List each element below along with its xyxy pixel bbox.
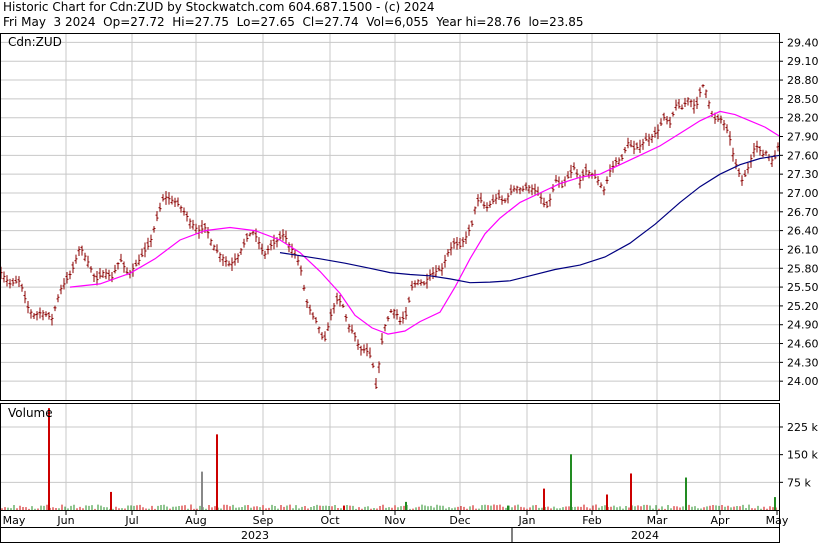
month-label: May [3,514,26,527]
volume-y-tick-label: 225 k [787,421,818,434]
volume-y-tick-label: 75 k [787,476,811,489]
price-y-tick-label: 27.30 [787,168,819,181]
price-y-tick-label: 25.50 [787,281,819,294]
price-y-tick-label: 24.30 [787,356,819,369]
stock-chart: 29.40 29.10 28.80 28.50 28.20 27.90 27.60 27.30… [0,33,819,543]
month-label: Jun [56,514,74,527]
price-y-tick-label: 24.00 [787,375,819,388]
month-label: Nov [384,514,406,527]
month-label: Sep [253,514,274,527]
month-label: Dec [449,514,470,527]
price-y-tick-label: 26.10 [787,243,819,256]
price-y-tick-label: 24.90 [787,319,819,332]
price-panel-label: Cdn:ZUD [8,35,62,49]
price-y-tick-label: 27.90 [787,131,819,144]
price-y-tick-label: 27.60 [787,149,819,162]
month-label: May [766,514,789,527]
month-label: Mar [647,514,668,527]
year-label: 2023 [241,529,269,542]
price-y-tick-label: 26.70 [787,206,819,219]
price-y-tick-label: 28.80 [787,74,819,87]
volume-y-tick-label: 150 k [787,449,818,462]
month-label: Jan [518,514,536,527]
moving-average-short-line [69,110,781,335]
volume-panel-frame [0,403,780,511]
price-y-tick-label: 25.20 [787,300,819,313]
price-y-tick-label: 29.40 [787,36,819,49]
price-y-tick-label: 28.50 [787,93,819,106]
year-label: 2024 [631,529,659,542]
price-y-tick-label: 29.10 [787,55,819,68]
month-label: Oct [320,514,340,527]
price-y-tick-label: 27.00 [787,187,819,200]
month-label: Aug [185,514,206,527]
month-label: Feb [582,514,601,527]
price-y-tick-label: 25.80 [787,262,819,275]
volume-panel-label: Volume [8,406,53,420]
price-y-tick-label: 28.20 [787,112,819,125]
price-y-tick-label: 24.60 [787,338,819,351]
price-y-tick-label: 26.40 [787,225,819,238]
month-label: Apr [710,514,730,527]
month-label: Jul [124,514,138,527]
